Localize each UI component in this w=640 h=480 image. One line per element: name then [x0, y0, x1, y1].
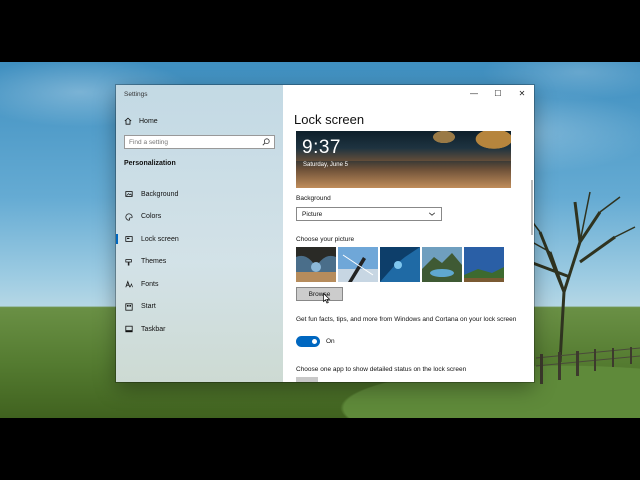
sidebar-item-taskbar[interactable]: Taskbar [116, 318, 283, 341]
sidebar-item-label: Taskbar [141, 325, 166, 333]
sidebar-nav: Background Colors Lock screen Themes Fon… [116, 183, 283, 341]
font-icon [125, 280, 133, 288]
wallpaper-tree [524, 191, 636, 362]
home-label: Home [139, 117, 158, 125]
browse-button[interactable]: Browse [296, 287, 343, 301]
sidebar-item-label: Lock screen [141, 235, 179, 243]
sidebar-item-lock-screen[interactable]: Lock screen [116, 228, 283, 251]
fun-facts-text: Get fun facts, tips, and more from Windo… [296, 316, 517, 323]
sidebar-item-label: Fonts [141, 280, 159, 288]
image-icon [125, 190, 133, 198]
app-title: Settings [124, 91, 148, 98]
sidebar-item-themes[interactable]: Themes [116, 251, 283, 274]
search-box[interactable] [124, 135, 275, 149]
chevron-down-icon [428, 210, 436, 218]
taskbar-icon [125, 325, 133, 333]
sidebar: Settings Home Personalization Background [116, 85, 283, 382]
section-title: Personalization [124, 160, 176, 167]
wallpaper-fence [536, 347, 640, 384]
settings-window: Settings Home Personalization Background [116, 85, 534, 382]
picture-thumbnail-5[interactable] [464, 247, 504, 282]
picture-thumbnails [296, 247, 504, 282]
sidebar-item-label: Themes [141, 258, 167, 266]
preview-date: Saturday, June 5 [303, 162, 348, 168]
sidebar-item-start[interactable]: Start [116, 296, 283, 319]
background-dropdown-value: Picture [302, 210, 323, 218]
sidebar-item-label: Background [141, 190, 179, 198]
minimize-button[interactable]: — [462, 85, 486, 101]
lock-screen-preview: 9:37 Saturday, June 5 [296, 131, 511, 188]
search-input[interactable] [129, 138, 249, 146]
picture-thumbnail-4[interactable] [422, 247, 462, 282]
picture-thumbnail-2[interactable] [338, 247, 378, 282]
detailed-status-text: Choose one app to show detailed status o… [296, 366, 467, 373]
close-button[interactable]: ✕ [510, 85, 534, 101]
sidebar-item-label: Colors [141, 213, 162, 221]
start-icon [125, 303, 133, 311]
sidebar-item-background[interactable]: Background [116, 183, 283, 206]
preview-time: 9:37 [302, 137, 341, 158]
maximize-button[interactable]: ☐ [486, 85, 510, 101]
scrollbar[interactable] [531, 180, 533, 235]
palette-icon [125, 213, 133, 221]
sidebar-item-colors[interactable]: Colors [116, 206, 283, 229]
picture-thumbnail-3[interactable] [380, 247, 420, 282]
brush-icon [125, 258, 133, 266]
page-title: Lock screen [294, 112, 365, 127]
sidebar-item-fonts[interactable]: Fonts [116, 273, 283, 296]
home-nav-item[interactable]: Home [124, 115, 158, 127]
fun-facts-toggle[interactable] [296, 336, 320, 347]
picture-thumbnail-1[interactable] [296, 247, 336, 282]
preview-rocks [424, 131, 511, 157]
mouse-cursor-icon [323, 293, 331, 304]
toggle-knob [312, 339, 317, 344]
background-dropdown[interactable]: Picture [296, 207, 442, 221]
background-label: Background [296, 195, 331, 202]
window-controls: — ☐ ✕ [462, 85, 534, 101]
main-content: — ☐ ✕ Lock screen 9:37 Saturday, June 5 … [283, 85, 534, 382]
detailed-status-app-button[interactable] [296, 377, 318, 382]
toggle-state-label: On [326, 338, 335, 345]
choose-picture-label: Choose your picture [296, 236, 355, 243]
search-icon[interactable] [262, 138, 270, 146]
sidebar-item-label: Start [141, 303, 156, 311]
home-icon [124, 117, 132, 125]
lock-screen-icon [125, 235, 133, 243]
